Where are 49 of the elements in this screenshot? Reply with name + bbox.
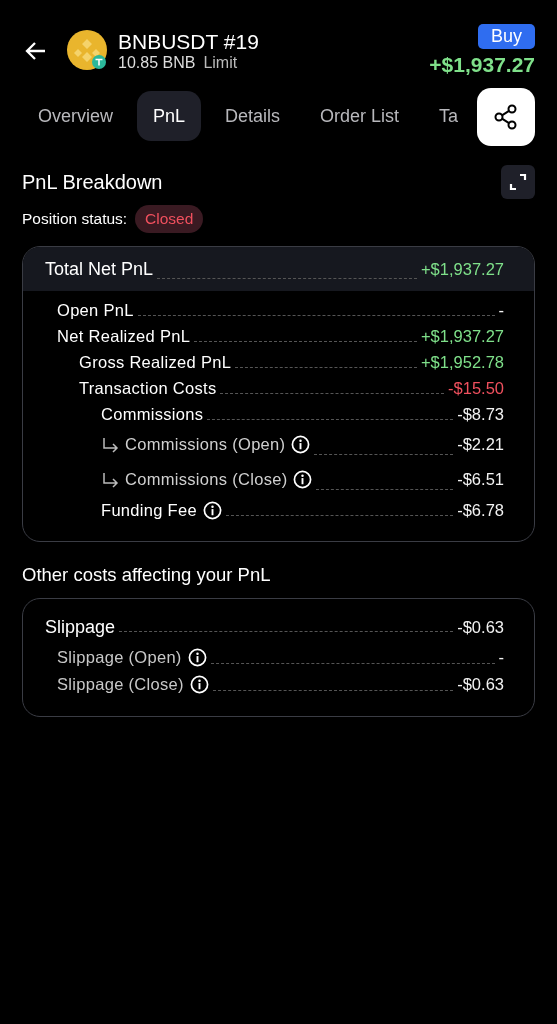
row-label: Net Realized PnL [57, 326, 191, 346]
status-label: Position status: [22, 210, 128, 228]
info-icon[interactable] [187, 648, 207, 667]
info-icon[interactable] [291, 435, 311, 454]
pnl-value: +$1,937.27 [429, 53, 535, 77]
row-label: Commissions [101, 404, 204, 424]
section-title: Other costs affecting your PnL [22, 564, 272, 586]
tab[interactable]: Ta [423, 91, 475, 141]
expand-icon [508, 172, 528, 192]
side-badge: Buy [477, 24, 535, 49]
share-button[interactable] [477, 88, 535, 146]
row-value: -$2.21 [457, 435, 504, 454]
row-value: -$0.63 [457, 675, 504, 694]
row-value: - [498, 648, 504, 667]
tab[interactable]: Order List [304, 91, 416, 141]
row-value: -$0.63 [457, 618, 504, 637]
row-label: Commissions (Close) [125, 470, 288, 489]
tab[interactable]: Details [209, 91, 297, 141]
status-badge: Closed [135, 205, 204, 233]
row-value: +$1,937.27 [420, 259, 504, 279]
coin-icon [66, 28, 110, 73]
tab[interactable]: Overview [22, 91, 129, 141]
symbol-title: BNBUSDT #19 [118, 29, 260, 54]
row-label: Funding Fee [101, 500, 197, 520]
row-value: -$6.51 [457, 470, 504, 489]
row-label: Slippage (Close) [57, 675, 184, 694]
expand-button[interactable] [501, 165, 535, 199]
order-type: Limit [203, 53, 238, 72]
branch-arrow-icon [101, 471, 121, 488]
row-value: +$1,937.27 [420, 326, 504, 346]
info-icon[interactable] [202, 500, 222, 520]
row-value: -$8.73 [457, 404, 504, 424]
info-icon[interactable] [189, 675, 209, 694]
row-label: Slippage [45, 617, 116, 638]
tab[interactable]: PnL [137, 91, 202, 141]
quantity: 10.85 BNB [118, 53, 196, 72]
row-label: Total Net PnL [45, 258, 154, 280]
row-value: -$15.50 [448, 378, 504, 398]
section-title: PnL Breakdown [22, 170, 163, 194]
row-label: Slippage (Open) [57, 648, 182, 667]
row-label: Open PnL [57, 300, 134, 320]
row-value: -$6.78 [457, 500, 504, 520]
row-value: - [498, 300, 504, 320]
row-label: Gross Realized PnL [79, 352, 232, 372]
row-value: +$1,952.78 [420, 352, 504, 372]
row-label: Commissions (Open) [125, 435, 286, 454]
branch-arrow-icon [101, 436, 121, 453]
row-label: Transaction Costs [79, 378, 217, 398]
info-icon[interactable] [293, 470, 313, 489]
